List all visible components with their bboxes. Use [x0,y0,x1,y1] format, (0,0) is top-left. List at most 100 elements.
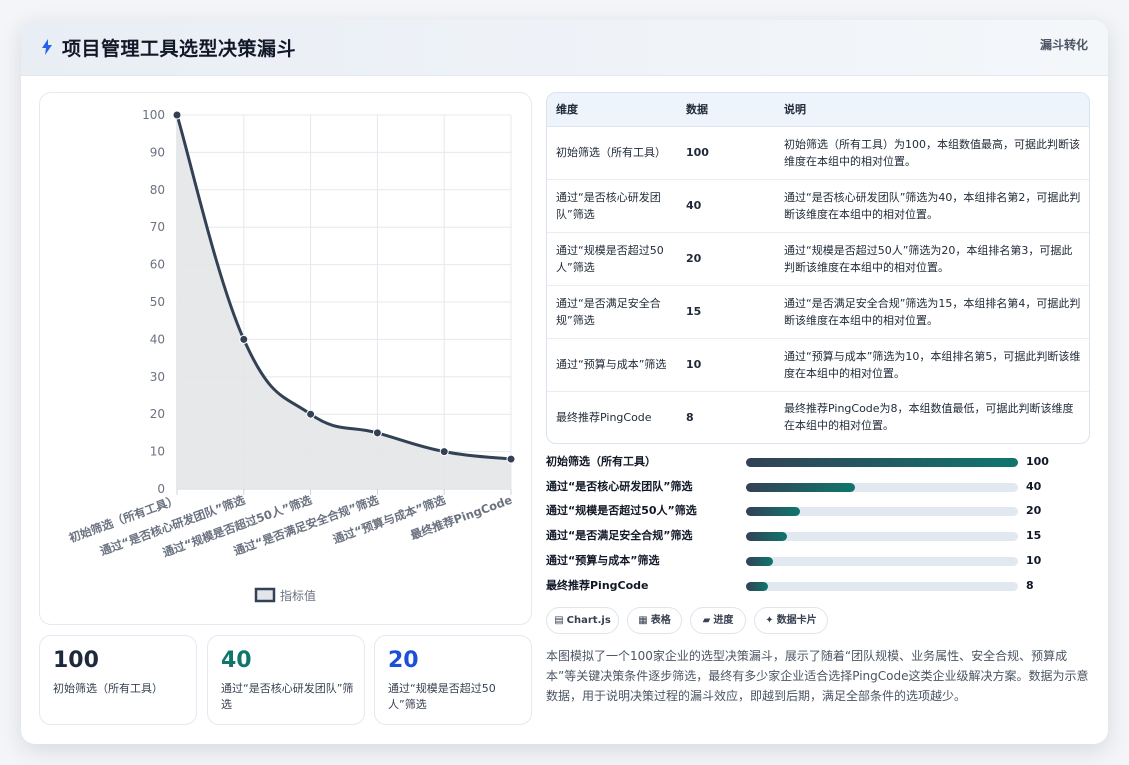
chip-progress[interactable]: ▰ 进度 [690,607,746,634]
kpi-label: 通过“是否核心研发团队”筛选 [221,682,354,711]
chip-table[interactable]: ▦ 表格 [627,607,682,634]
chip-label: 进度 [713,615,734,626]
progress-row: 通过“预算与成本”筛选 10 [546,553,1090,569]
lightning-icon [42,39,52,55]
chip-label: 数据卡片 [776,615,817,626]
legend-swatch [254,587,276,603]
progress-track [746,532,1018,541]
progress-fill [746,458,1018,467]
progress-track [746,557,1018,566]
line-chart-panel: 0 10 20 30 40 50 60 70 80 90 100 初始筛选（所有工具） 通过“是否核心研… [39,92,532,625]
sparkle-icon: ✦ [765,615,774,626]
progress-fill [746,582,768,591]
cell-dimension: 最终推荐PingCode [556,410,652,424]
kpi-label: 初始筛选（所有工具） [53,682,163,695]
y-tick-label: 70 [150,220,165,234]
cell-description: 通过“规模是否超过50人”筛选为20，本组排名第3，可据此判断该维度在本组中的相… [775,232,1089,286]
chart-description: 本图模拟了一个100家企业的选型决策漏斗，展示了随着“团队规模、业务属性、安全合… [546,649,1089,703]
progress-track [746,483,1018,492]
progress-label: 通过“预算与成本”筛选 [546,554,660,567]
kpi-value: 40 [221,648,252,673]
cell-dimension: 通过“是否核心研发团队”筛选 [547,179,677,233]
progress-label: 通过“是否核心研发团队”筛选 [546,480,693,493]
progress-track [746,458,1018,467]
table-row: 通过“是否满足安全合规”筛选 15 通过“是否满足安全合规”筛选为15，本组排名… [547,285,1089,339]
cell-value: 20 [677,232,775,286]
progress-fill [746,483,855,492]
progress-row: 通过“是否满足安全合规”筛选 15 [546,528,1090,544]
progress-value: 40 [1026,480,1042,493]
kpi-card-scale: 20 通过“规模是否超过50人”筛选 [374,635,532,725]
data-point [306,409,316,419]
header: 项目管理工具选型决策漏斗 漏斗转化 [21,20,1108,76]
data-point [372,428,382,438]
progress-label: 最终推荐PingCode [546,579,649,592]
data-point [506,454,516,464]
progress-value: 100 [1026,455,1049,468]
kpi-card-core-team: 40 通过“是否核心研发团队”筛选 [207,635,365,725]
table-row: 通过“规模是否超过50人”筛选 20 通过“规模是否超过50人”筛选为20，本组… [547,232,1089,286]
cell-description: 通过“是否核心研发团队”筛选为40，本组排名第2，可据此判断该维度在本组中的相对… [775,179,1089,233]
chart-type-tag: 漏斗转化 [1039,38,1088,52]
cell-description: 初始筛选（所有工具）为100，本组数值最高，可据此判断该维度在本组中的相对位置。 [775,126,1089,180]
progress-row: 最终推荐PingCode 8 [546,578,1090,594]
legend-label: 指标值 [280,588,316,603]
table-row: 最终推荐PingCode 8 最终推荐PingCode为8，本组数值最低，可据此… [547,391,1089,443]
progress-label: 通过“是否满足安全合规”筛选 [546,529,693,542]
cell-value: 40 [677,179,775,233]
column-header-description: 说明 [775,93,1089,127]
cell-value: 10 [677,338,775,392]
progress-track [746,582,1018,591]
page-title: 项目管理工具选型决策漏斗 [62,38,297,60]
progress-icon: ▰ [702,615,711,626]
cell-dimension: 通过“是否满足安全合规”筛选 [547,285,677,339]
table-header-row: 维度 数据 说明 [547,93,1089,127]
tech-chips: ▤ Chart.js ▦ 表格 ▰ 进度 ✦ 数据卡片 [546,607,1090,635]
progress-row: 通过“是否核心研发团队”筛选 40 [546,479,1090,495]
cell-dimension: 初始筛选（所有工具） [547,126,677,180]
y-tick-label: 40 [150,332,165,346]
chip-chartjs[interactable]: ▤ Chart.js [546,607,619,634]
progress-value: 8 [1026,579,1034,592]
table-icon: ▦ [638,615,648,626]
table-row: 初始筛选（所有工具） 100 初始筛选（所有工具）为100，本组数值最高，可据此… [547,126,1089,180]
cell-dimension: 通过“规模是否超过50人”筛选 [547,232,677,286]
dashboard-card: 项目管理工具选型决策漏斗 漏斗转化 0 10 20 30 40 50 60 70 80 90 100… [21,20,1108,744]
progress-track [746,507,1018,516]
y-tick-label: 50 [150,295,165,309]
chip-data-cards[interactable]: ✦ 数据卡片 [754,607,828,634]
y-tick-label: 30 [150,370,165,384]
progress-fill [746,507,801,516]
y-tick-label: 100 [142,108,165,122]
cell-dimension: 通过“预算与成本”筛选 [547,338,677,392]
cell-description: 通过“预算与成本”筛选为10，本组排名第5，可据此判断该维度在本组中的相对位置。 [775,338,1089,392]
chip-label: Chart.js [566,615,611,626]
y-tick-label: 20 [150,407,165,421]
data-point [439,447,449,457]
progress-fill [746,532,787,541]
progress-label: 通过“规模是否超过50人”筛选 [546,504,697,517]
data-table: 维度 数据 说明 初始筛选（所有工具） 100 初始筛选（所有工具）为100，本… [546,92,1090,444]
progress-list: 初始筛选（所有工具） 100 通过“是否核心研发团队”筛选 40 通过“规模是否… [546,452,1090,602]
cell-value: 8 [686,410,694,424]
chart-icon: ▤ [554,615,564,626]
y-tick-label: 0 [157,482,165,496]
progress-row: 初始筛选（所有工具） 100 [546,454,1090,470]
line-chart: 0102030405060708090100初始筛选（所有工具）通过“是否核心研… [67,108,516,603]
kpi-value: 100 [53,648,99,673]
y-tick-label: 10 [150,445,165,459]
x-tick-label: 通过“预算与成本”筛选 [331,492,448,546]
y-tick-label: 60 [150,258,165,272]
progress-row: 通过“规模是否超过50人”筛选 20 [546,503,1090,519]
column-header-data: 数据 [677,93,775,127]
progress-label: 初始筛选（所有工具） [546,455,656,468]
data-point [172,110,182,120]
progress-value: 15 [1026,529,1042,542]
data-point [239,334,249,344]
kpi-value: 20 [388,648,419,673]
progress-fill [746,557,774,566]
kpi-label: 通过“规模是否超过50人”筛选 [388,682,496,711]
cell-value: 100 [677,126,775,180]
kpi-card-initial: 100 初始筛选（所有工具） [39,635,197,725]
table-row: 通过“是否核心研发团队”筛选 40 通过“是否核心研发团队”筛选为40，本组排名… [547,179,1089,233]
